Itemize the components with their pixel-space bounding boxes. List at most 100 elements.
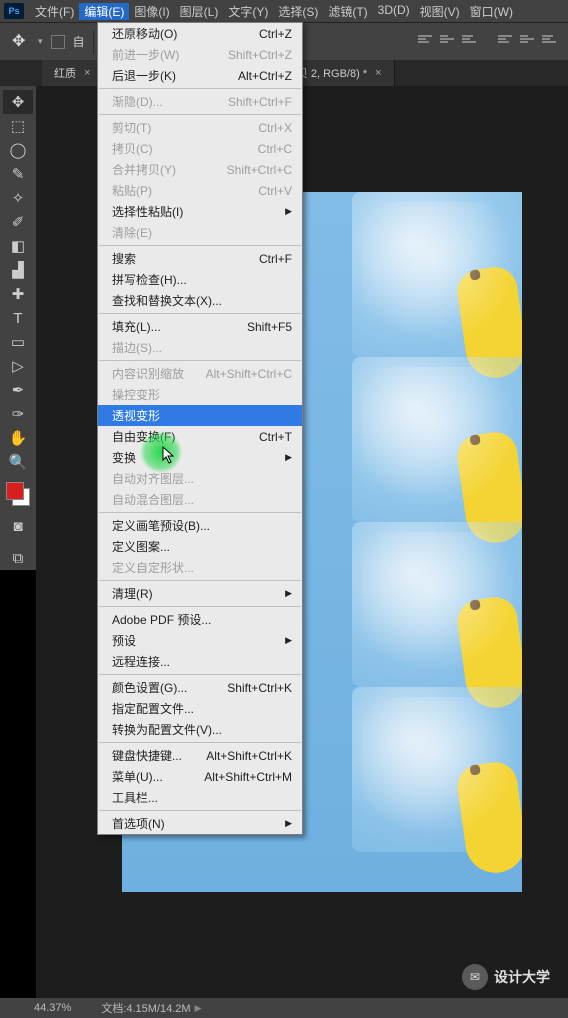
menu-item[interactable]: 窗口(W): [465, 3, 518, 20]
path-tool[interactable]: ▷: [3, 354, 33, 378]
shortcut-label: Ctrl+F: [259, 252, 292, 266]
edit-menu-dropdown: 还原移动(O)Ctrl+Z前进一步(W)Shift+Ctrl+Z后退一步(K)A…: [97, 22, 303, 835]
menu-item[interactable]: 文件(F): [30, 3, 79, 20]
shortcut-label: Shift+F5: [247, 320, 292, 334]
menu-item-label: 内容识别缩放: [112, 365, 184, 382]
align-vcenter-icon[interactable]: [440, 35, 456, 49]
menu-item-label: 拷贝(C): [112, 140, 153, 157]
chevron-down-icon[interactable]: ▾: [38, 36, 43, 47]
shape-tool[interactable]: ▭: [3, 330, 33, 354]
menu-item[interactable]: 指定配置文件...: [98, 698, 302, 719]
menu-item[interactable]: 颜色设置(G)...Shift+Ctrl+K: [98, 677, 302, 698]
menu-item[interactable]: 自由变换(F)Ctrl+T: [98, 426, 302, 447]
menu-item-label: 清除(E): [112, 224, 152, 241]
magic-wand-tool[interactable]: ✧: [3, 186, 33, 210]
menu-item-label: 键盘快捷键...: [112, 747, 182, 764]
hand-tool[interactable]: ✋: [3, 426, 33, 450]
screen-mode-icon[interactable]: ⧉: [3, 546, 33, 570]
menu-item[interactable]: 滤镜(T): [323, 3, 372, 20]
menu-item-label: 变换: [112, 449, 136, 466]
chevron-right-icon[interactable]: ▶: [195, 1003, 202, 1014]
menu-item[interactable]: 变换▶: [98, 447, 302, 468]
ice-cube-image: [352, 357, 522, 522]
healing-tool[interactable]: ✚: [3, 282, 33, 306]
auto-select-checkbox[interactable]: [51, 35, 65, 49]
pen-tool[interactable]: ✒: [3, 378, 33, 402]
menu-separator: [99, 114, 301, 115]
zoom-level[interactable]: 44.37%: [34, 1002, 71, 1014]
menu-item: 清除(E): [98, 222, 302, 243]
menu-item: 描边(S)...: [98, 337, 302, 358]
ice-cube-image: [352, 687, 522, 852]
menu-item-label: Adobe PDF 预设...: [112, 611, 211, 628]
quick-select-tool[interactable]: ✎: [3, 162, 33, 186]
marquee-tool[interactable]: ⬚: [3, 114, 33, 138]
menu-item[interactable]: 定义画笔预设(B)...: [98, 515, 302, 536]
menu-item[interactable]: 键盘快捷键... Alt+Shift+Ctrl+K: [98, 745, 302, 766]
align-left-icon[interactable]: [498, 35, 514, 49]
menu-item[interactable]: 清理(R)▶: [98, 583, 302, 604]
menu-item[interactable]: 搜索Ctrl+F: [98, 248, 302, 269]
align-bottom-icon[interactable]: [462, 35, 478, 49]
stamp-tool[interactable]: ▟: [3, 258, 33, 282]
menu-item[interactable]: 透视变形: [98, 405, 302, 426]
menu-item[interactable]: 编辑(E): [79, 3, 129, 20]
menu-item[interactable]: Adobe PDF 预设...: [98, 609, 302, 630]
menu-item[interactable]: 转换为配置文件(V)...: [98, 719, 302, 740]
shortcut-label: Alt+Shift+Ctrl+K: [206, 749, 292, 763]
menu-separator: [99, 313, 301, 314]
menu-item-label: 预设: [112, 632, 136, 649]
eraser-tool[interactable]: ◧: [3, 234, 33, 258]
close-icon[interactable]: ×: [375, 67, 381, 79]
menu-item[interactable]: 拼写检查(H)...: [98, 269, 302, 290]
align-hcenter-icon[interactable]: [520, 35, 536, 49]
brush-tool[interactable]: ✐: [3, 210, 33, 234]
quick-mask-icon[interactable]: ◙: [3, 514, 33, 538]
menu-item[interactable]: 视图(V): [415, 3, 465, 20]
menu-item[interactable]: 选择(S): [273, 3, 323, 20]
lasso-tool[interactable]: ◯: [3, 138, 33, 162]
menu-item: 拷贝(C)Ctrl+C: [98, 138, 302, 159]
menu-item[interactable]: 首选项(N)▶: [98, 813, 302, 834]
document-tab[interactable]: 红质 ×: [42, 60, 103, 86]
menu-item-label: 选择性粘贴(I): [112, 203, 183, 220]
menu-item: 前进一步(W)Shift+Ctrl+Z: [98, 44, 302, 65]
watermark-text: 设计大学: [494, 967, 550, 987]
menu-item-label: 定义图案...: [112, 538, 170, 555]
menu-item: 剪切(T)Ctrl+X: [98, 117, 302, 138]
menu-item[interactable]: 文字(Y): [223, 3, 273, 20]
menubar: Ps 文件(F)编辑(E)图像(I)图层(L)文字(Y)选择(S)滤镜(T)3D…: [0, 0, 568, 22]
submenu-arrow-icon: ▶: [285, 818, 292, 829]
menu-item-label: 远程连接...: [112, 653, 170, 670]
menu-item[interactable]: 工具栏...: [98, 787, 302, 808]
menu-item[interactable]: 图层(L): [175, 3, 224, 20]
move-icon: [12, 33, 30, 51]
menu-item[interactable]: 3D(D): [373, 3, 415, 20]
doc-info[interactable]: 文档:4.15M/14.2M: [101, 1000, 190, 1016]
align-right-icon[interactable]: [542, 35, 558, 49]
menu-item[interactable]: 后退一步(K)Alt+Ctrl+Z: [98, 65, 302, 86]
shortcut-label: Alt+Shift+Ctrl+C: [206, 367, 292, 381]
menu-item-label: 查找和替换文本(X)...: [112, 292, 222, 309]
menu-item-label: 指定配置文件...: [112, 700, 194, 717]
menu-item-label: 自动混合图层...: [112, 491, 194, 508]
color-swatch[interactable]: [6, 482, 30, 506]
eyedropper-tool[interactable]: ✑: [3, 402, 33, 426]
menu-item[interactable]: 远程连接...: [98, 651, 302, 672]
zoom-tool[interactable]: 🔍: [3, 450, 33, 474]
close-icon[interactable]: ×: [84, 67, 90, 79]
menu-item-label: 合并拷贝(Y): [112, 161, 176, 178]
menu-item[interactable]: 菜单(U)...Alt+Shift+Ctrl+M: [98, 766, 302, 787]
menu-item[interactable]: 查找和替换文本(X)...: [98, 290, 302, 311]
wechat-icon: ✉: [462, 964, 488, 990]
menu-item-label: 自动对齐图层...: [112, 470, 194, 487]
menu-item[interactable]: 图像(I): [129, 3, 174, 20]
menu-item[interactable]: 预设▶: [98, 630, 302, 651]
align-top-icon[interactable]: [418, 35, 434, 49]
menu-item[interactable]: 定义图案...: [98, 536, 302, 557]
menu-item[interactable]: 还原移动(O)Ctrl+Z: [98, 23, 302, 44]
type-tool[interactable]: T: [3, 306, 33, 330]
menu-item[interactable]: 选择性粘贴(I)▶: [98, 201, 302, 222]
menu-item[interactable]: 填充(L)...Shift+F5: [98, 316, 302, 337]
move-tool[interactable]: ✥: [3, 90, 33, 114]
